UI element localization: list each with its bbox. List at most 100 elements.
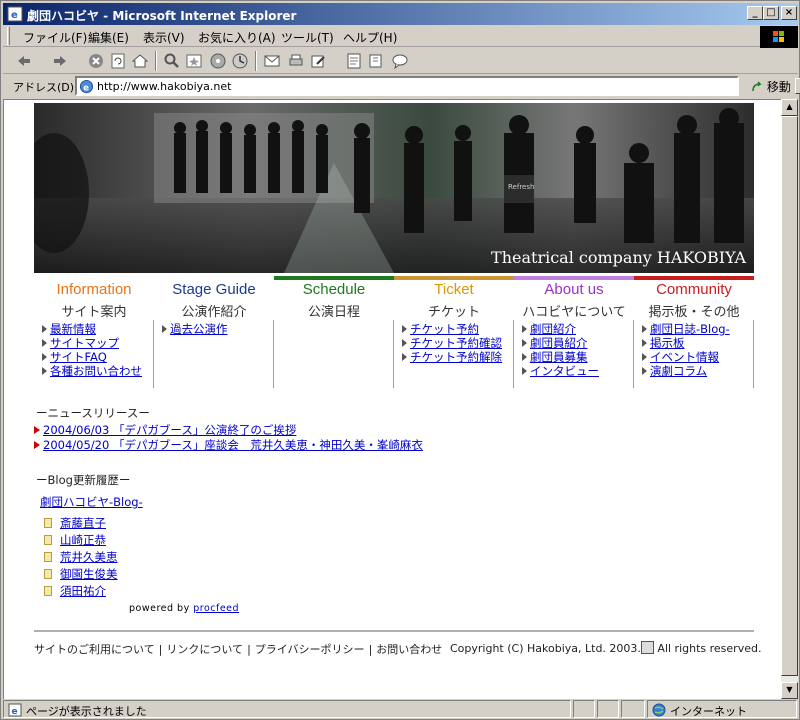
nav-information-title[interactable]: Information xyxy=(34,281,154,298)
discuss-icon[interactable] xyxy=(345,52,363,70)
minimize-button[interactable]: _ xyxy=(747,6,763,20)
blog-entry[interactable]: 山崎正恭 xyxy=(44,532,106,548)
footer-link-privacy[interactable]: プライバシーポリシー xyxy=(255,643,365,656)
company-logo-icon xyxy=(640,641,654,654)
menu-favorites[interactable]: お気に入り(A) xyxy=(198,29,276,46)
blog-entry[interactable]: 須田祐介 xyxy=(44,583,106,599)
nav-divider xyxy=(753,320,754,388)
nav-link[interactable]: 掲示板 xyxy=(642,335,730,350)
footer-link-links[interactable]: リンクについて xyxy=(166,643,243,656)
footer-divider xyxy=(34,630,754,632)
news-item[interactable]: 2004/05/20 「デパガブース」座談会 荒井久美恵・神田久美・峯崎麻衣 xyxy=(34,437,423,453)
scroll-thumb[interactable] xyxy=(781,116,798,676)
scroll-down-icon[interactable]: ▼ xyxy=(781,682,798,699)
powered-by: powered by procfeed xyxy=(129,603,239,614)
status-pane xyxy=(621,700,645,718)
nav-link[interactable]: 劇団紹介 xyxy=(522,321,599,336)
menu-tools[interactable]: ツール(T) xyxy=(281,29,334,46)
scroll-up-icon[interactable]: ▲ xyxy=(781,99,798,116)
mail-icon[interactable] xyxy=(263,52,281,70)
research-icon[interactable] xyxy=(367,52,385,70)
nav-schedule-title[interactable]: Schedule xyxy=(274,281,394,298)
nav-stage-guide-title[interactable]: Stage Guide xyxy=(154,281,274,298)
copyright: Copyright (C) Hakobiya, Ltd. 2003. All r… xyxy=(450,641,761,655)
go-button[interactable]: 移動 xyxy=(751,78,791,95)
nav-link[interactable]: 劇団日誌-Blog- xyxy=(642,321,730,336)
nav-link[interactable]: インタビュー xyxy=(522,363,599,378)
footer-link-contact[interactable]: お問い合わせ xyxy=(376,643,442,656)
ie-page-icon: e xyxy=(7,6,23,22)
media-icon[interactable] xyxy=(209,52,227,70)
arrow-icon xyxy=(42,325,47,333)
nav-link[interactable]: サイトマップ xyxy=(42,335,142,350)
news-item[interactable]: 2004/06/03 「デパガブース」公演終了のご挨拶 xyxy=(34,422,296,438)
nav-about-us-title[interactable]: About us xyxy=(514,281,634,298)
nav-link[interactable]: チケット予約解除 xyxy=(402,349,502,364)
toolbar-separator xyxy=(155,51,157,71)
nav-link[interactable]: チケット予約 xyxy=(402,321,502,336)
status-bar: e ページが表示されました インターネット xyxy=(3,699,798,719)
nav-schedule-subtitle: 公演日程 xyxy=(307,305,360,320)
nav-link[interactable]: 劇団員募集 xyxy=(522,349,599,364)
close-button[interactable]: × xyxy=(781,6,797,20)
forward-icon[interactable] xyxy=(51,52,69,70)
search-icon[interactable] xyxy=(163,52,181,70)
nav-link[interactable]: 各種お問い合わせ xyxy=(42,363,142,378)
nav-community-title[interactable]: Community xyxy=(634,281,754,298)
nav-link[interactable]: サイトFAQ xyxy=(42,349,142,364)
nav-link[interactable]: チケット予約確認 xyxy=(402,335,502,350)
nav-link[interactable]: 最新情報 xyxy=(42,321,142,336)
procfeed-link[interactable]: procfeed xyxy=(193,603,239,614)
nav-ticket-title[interactable]: Ticket xyxy=(394,281,514,298)
title-bar: e 劇団ハコビヤ - Microsoft Internet Explorer _… xyxy=(3,3,798,25)
back-icon[interactable] xyxy=(15,52,33,70)
edit-icon[interactable] xyxy=(309,52,327,70)
nav-stage-guide-subtitle: 公演作紹介 xyxy=(181,305,247,320)
blog-title-link[interactable]: 劇団ハコビヤ-Blog- xyxy=(40,494,143,510)
blog-entry[interactable]: 荒井久美恵 xyxy=(44,549,118,565)
nav-about-us-links: 劇団紹介 劇団員紹介 劇団員募集 インタビュー xyxy=(522,321,599,378)
maximize-button[interactable]: □ xyxy=(763,6,779,20)
vertical-scrollbar[interactable]: ▲ ▼ xyxy=(781,99,798,699)
arrow-icon xyxy=(522,353,527,361)
nav-link[interactable]: 過去公演作 xyxy=(162,321,228,336)
blog-entry[interactable]: 御園生俊美 xyxy=(44,566,118,582)
print-icon[interactable] xyxy=(287,52,305,70)
nav-community-links: 劇団日誌-Blog- 掲示板 イベント情報 演劇コラム xyxy=(642,321,730,378)
arrow-icon xyxy=(522,367,527,375)
history-icon[interactable] xyxy=(231,52,249,70)
blog-entry[interactable]: 斎藤直子 xyxy=(44,515,106,531)
theatre-photo-collage: Refresh Theatrical company HAKOBIYA xyxy=(34,103,754,273)
arrow-icon xyxy=(162,325,167,333)
menu-file[interactable]: ファイル(F) xyxy=(23,29,87,46)
svg-text:e: e xyxy=(11,10,18,21)
nav-link[interactable]: イベント情報 xyxy=(642,349,730,364)
status-text: ページが表示されました xyxy=(26,705,147,718)
address-label: アドレス(D) xyxy=(13,81,75,94)
svg-text:e: e xyxy=(83,82,89,92)
arrow-icon xyxy=(642,353,647,361)
document-icon xyxy=(44,552,52,562)
messenger-icon[interactable] xyxy=(391,52,409,70)
nav-color-bar xyxy=(634,276,754,280)
address-bar: アドレス(D) e http://www.hakobiya.net ▼ 移動 xyxy=(3,74,800,98)
nav-stage-guide-links: 過去公演作 xyxy=(162,321,228,336)
menu-edit[interactable]: 編集(E) xyxy=(88,29,129,46)
menu-view[interactable]: 表示(V) xyxy=(143,29,185,46)
refresh-icon[interactable] xyxy=(109,52,127,70)
address-dropdown-icon[interactable]: ▼ xyxy=(795,78,800,94)
menu-grip[interactable] xyxy=(7,27,10,45)
arrow-icon xyxy=(402,339,407,347)
nav-link[interactable]: 演劇コラム xyxy=(642,363,730,378)
menu-help[interactable]: ヘルプ(H) xyxy=(343,29,397,46)
favorites-icon[interactable] xyxy=(185,52,203,70)
svg-text:Refresh: Refresh xyxy=(508,183,534,191)
stop-icon[interactable] xyxy=(87,52,105,70)
footer-link-terms[interactable]: サイトのご利用について xyxy=(34,643,155,656)
document-icon xyxy=(44,535,52,545)
arrow-icon xyxy=(642,325,647,333)
home-icon[interactable] xyxy=(131,52,149,70)
address-input[interactable]: e http://www.hakobiya.net ▼ xyxy=(75,76,800,96)
arrow-icon xyxy=(642,367,647,375)
nav-link[interactable]: 劇団員紹介 xyxy=(522,335,599,350)
